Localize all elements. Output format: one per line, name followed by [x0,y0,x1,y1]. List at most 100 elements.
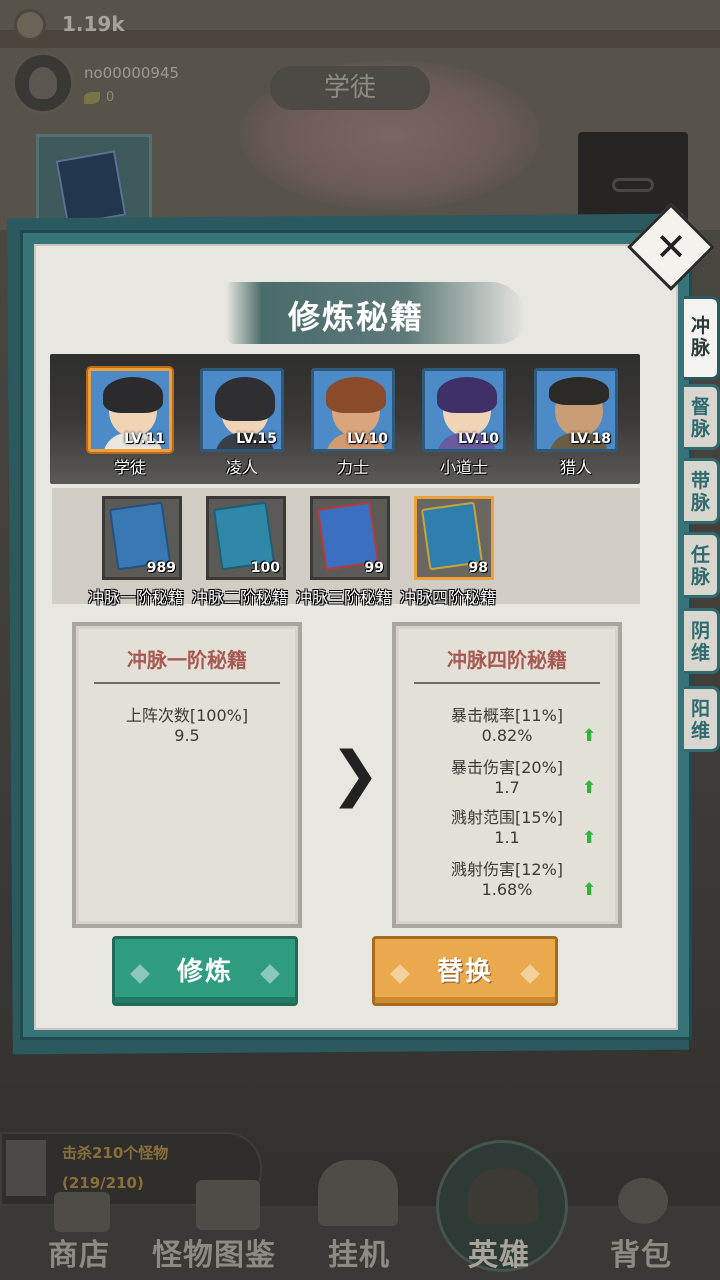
idle-icon [318,1160,398,1226]
increase-arrow-icon: ⬆ [582,778,597,798]
stat-label: 暴击伤害[20%] [450,758,564,777]
current-manual-panel: 冲脉一阶秘籍 上阵次数[100%] 9.5 [72,622,302,928]
manual-tier-3[interactable]: 99 [310,496,390,580]
next-manual-title: 冲脉四阶秘籍 [447,648,567,672]
manual-name: 冲脉三阶秘籍 [296,588,393,607]
hero-hair-icon [326,377,386,413]
hero-hair-icon [103,377,163,413]
nav-bestiary[interactable]: 怪物图鉴 [152,1230,276,1274]
hero-icon [468,1168,538,1224]
tab-label: 督脉 [690,396,710,440]
manual-tier-4[interactable]: 98 [414,496,494,580]
manual-count: 98 [468,560,488,576]
quest-title: 击杀210个怪物 [62,1144,169,1162]
panel-divider [414,682,600,684]
shop-icon [54,1192,110,1232]
hero-hair-icon [549,377,609,405]
train-button[interactable]: 修炼 [112,936,298,1006]
stat-label: 溅射范围[15%] [450,808,564,827]
player-stat-value: 0 [106,90,115,105]
hero-name: 力士 [336,458,369,477]
panel-divider [94,682,280,684]
hero-level: LV.10 [347,431,388,447]
stat-value: 9.5 [174,726,200,745]
increase-arrow-icon: ⬆ [582,828,597,848]
hero-level: LV.18 [570,431,611,447]
train-button-label: 修炼 [176,957,233,987]
hero-hair-icon [437,377,497,413]
tab-yinwei[interactable]: 阴维 [684,608,720,674]
hero-level: LV.10 [458,431,499,447]
diamond-ornament-icon [130,964,150,984]
manual-count: 99 [364,560,384,576]
player-avatar[interactable] [12,52,74,114]
player-stat: 0 [84,90,114,105]
coin-count: 1.19k [62,12,125,36]
hero-name: 凌人 [225,458,258,477]
manual-name: 冲脉四阶秘籍 [400,588,497,607]
quest-avatar [6,1140,46,1196]
hero-level: LV.11 [124,431,165,447]
tab-label: 阳维 [690,698,710,742]
diamond-ornament-icon [260,964,280,984]
hero-level: LV.15 [236,431,277,447]
nav-shop[interactable]: 商店 [48,1230,110,1274]
increase-arrow-icon: ⬆ [582,726,597,746]
hero-name: 猎人 [559,458,592,477]
nav-idle[interactable]: 挂机 [328,1230,390,1274]
leaf-icon [84,91,100,104]
current-manual-title: 冲脉一阶秘籍 [127,648,247,672]
player-id: no00000945 [84,64,180,82]
stat-label: 暴击概率[11%] [450,706,564,725]
tab-label: 冲脉 [690,315,710,359]
manual-name: 冲脉二阶秘籍 [192,588,289,607]
hero-portrait: LV.18 [534,368,618,452]
hero-hair-icon [215,377,275,421]
dialog-title: 修炼秘籍 [287,298,424,336]
tab-dumai[interactable]: 督脉 [684,384,720,450]
manual-count: 989 [146,560,176,576]
hero-card-xuetu[interactable]: LV.11 学徒 [88,368,172,477]
diamond-ornament-icon [520,964,540,984]
coin-icon [14,9,46,41]
manual-tier-1[interactable]: 989 [102,496,182,580]
replace-button-label: 替换 [436,957,493,987]
increase-arrow-icon: ⬆ [582,880,597,900]
tab-daimai[interactable]: 带脉 [684,458,720,524]
tab-label: 任脉 [690,544,710,588]
manual-tier-2[interactable]: 100 [206,496,286,580]
hero-portrait: LV.15 [200,368,284,452]
hero-name: 小道士 [439,458,488,477]
hero-portrait: LV.10 [311,368,395,452]
diamond-ornament-icon [390,964,410,984]
door-handle-icon [612,178,654,192]
replace-button[interactable]: 替换 [372,936,558,1006]
tab-label: 阴维 [690,620,710,664]
bag-icon [618,1178,668,1224]
avatar-face-icon [29,67,57,99]
tab-label: 带脉 [690,470,710,514]
tab-renmai[interactable]: 任脉 [684,532,720,598]
hero-card-lingren[interactable]: LV.15 凌人 [200,368,284,477]
nav-bag[interactable]: 背包 [610,1230,672,1274]
hero-portrait: LV.10 [422,368,506,452]
next-manual-panel: 冲脉四阶秘籍 暴击概率[11%] 0.82% ⬆ 暴击伤害[20%] 1.7 ⬆… [392,622,622,928]
tab-yangwei[interactable]: 阳维 [684,686,720,752]
manual-name: 冲脉一阶秘籍 [88,588,185,607]
hero-name-tag: 学徒 [270,66,430,110]
close-icon[interactable]: ✕ [640,216,702,278]
hero-name: 学徒 [113,458,146,477]
upgrade-arrow-icon: ❯ [330,739,381,809]
tab-chongmai[interactable]: 冲脉 [684,296,720,380]
book-icon [55,150,127,226]
bestiary-icon [196,1180,260,1230]
hero-card-xiaodaoshi[interactable]: LV.10 小道士 [422,368,506,477]
manual-count: 100 [250,560,280,576]
hero-card-lieren[interactable]: LV.18 猎人 [534,368,618,477]
hero-portrait: LV.11 [88,368,172,452]
stat-label: 上阵次数[100%] [125,706,249,725]
hero-card-lishi[interactable]: LV.10 力士 [311,368,395,477]
quest-progress: (219/210) [62,1174,144,1192]
nav-hero[interactable]: 英雄 [468,1230,530,1274]
stat-label: 溅射伤害[12%] [450,860,564,879]
